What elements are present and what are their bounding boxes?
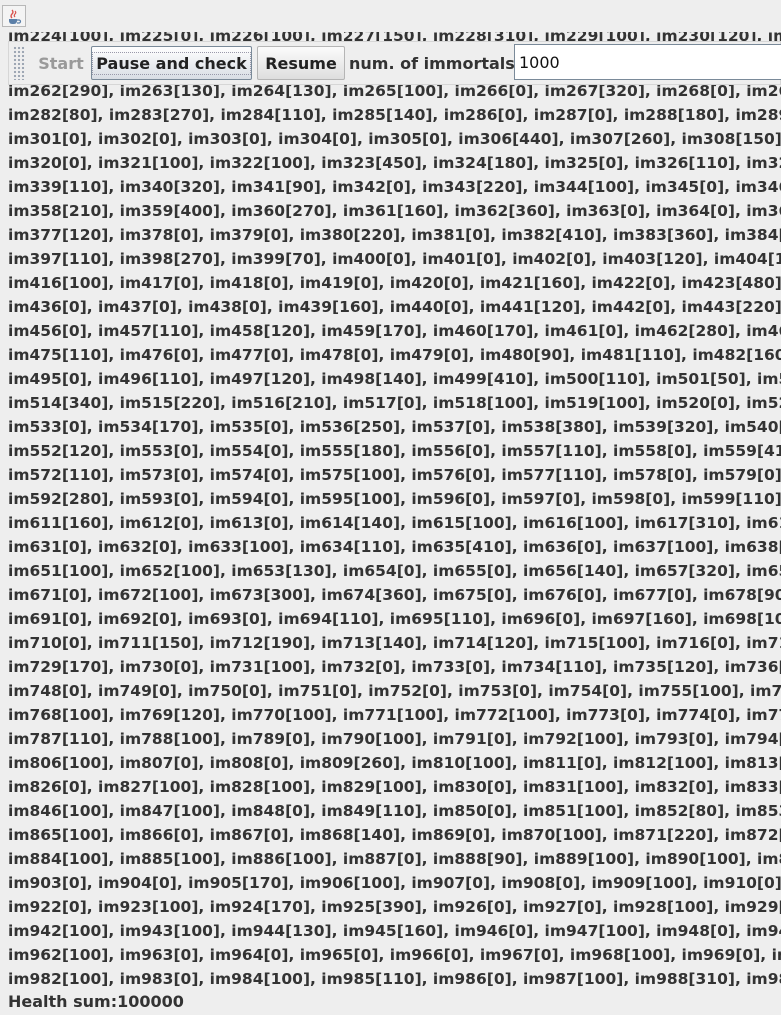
output-line: im552[120], im553[0], im554[0], im555[18… [8,442,781,460]
pause-and-check-label: Pause and check [92,51,251,75]
output-text-area[interactable]: im224[100], im225[0], im226[100], im227[… [0,32,781,990]
output-line: im358[210], im359[400], im360[270], im36… [8,202,781,220]
output-line: im651[100], im652[100], im653[130], im65… [8,562,781,580]
output-line: im806[100], im807[0], im808[0], im809[26… [8,754,781,772]
output-line: im533[0], im534[170], im535[0], im536[25… [8,418,781,436]
immortals-count-input[interactable] [514,44,781,80]
toolbar: Start Pause and check Resume num. of imm… [8,41,781,85]
output-line: im592[280], im593[0], im594[0], im595[10… [8,490,781,508]
output-line: im377[120], im378[0], im379[0], im380[22… [8,226,781,244]
output-line: im729[170], im730[0], im731[100], im732[… [8,658,781,676]
output-line: im475[110], im476[0], im477[0], im478[0]… [8,346,781,364]
output-line: im903[0], im904[0], im905[170], im906[10… [8,874,781,892]
output-line: im942[100], im943[100], im944[130], im94… [8,922,781,940]
output-line: im572[110], im573[0], im574[0], im575[10… [8,466,781,484]
output-line: im982[100], im983[0], im984[100], im985[… [8,970,781,988]
output-line: im320[0], im321[100], im322[100], im323[… [8,154,781,172]
output-line: im710[0], im711[150], im712[190], im713[… [8,634,781,652]
toolbar-grip-handle[interactable] [13,46,25,80]
output-line: im846[100], im847[100], im848[0], im849[… [8,802,781,820]
output-line: im397[110], im398[270], im399[70], im400… [8,250,781,268]
main-content: im224[100], im225[0], im226[100], im227[… [0,32,781,1015]
window-titlebar [0,0,781,32]
output-line: im611[160], im612[0], im613[0], im614[14… [8,514,781,532]
output-line: im922[0], im923[100], im924[170], im925[… [8,898,781,916]
output-line: im691[0], im692[0], im693[0], im694[110]… [8,610,781,628]
output-line: im416[100], im417[0], im418[0], im419[0]… [8,274,781,292]
resume-button[interactable]: Resume [257,46,345,80]
health-sum-label: Health sum:100000 [8,992,184,1011]
output-line: im884[100], im885[100], im886[100], im88… [8,850,781,868]
output-line: im436[0], im437[0], im438[0], im439[160]… [8,298,781,316]
output-line: im456[0], im457[110], im458[120], im459[… [8,322,781,340]
output-line: im671[0], im672[100], im673[300], im674[… [8,586,781,604]
immortals-count-label: num. of immortals: [349,53,522,73]
output-line: im301[0], im302[0], im303[0], im304[0], … [8,130,781,148]
java-cup-icon[interactable] [2,5,26,27]
output-line: im768[100], im769[120], im770[100], im77… [8,706,781,724]
output-line: im962[100], im963[0], im964[0], im965[0]… [8,946,781,964]
output-line: im339[110], im340[320], im341[90], im342… [8,178,781,196]
output-line: im748[0], im749[0], im750[0], im751[0], … [8,682,781,700]
output-line: im495[0], im496[110], im497[120], im498[… [8,370,781,388]
output-line: im826[0], im827[100], im828[100], im829[… [8,778,781,796]
output-line: im282[80], im283[270], im284[110], im285… [8,106,781,124]
output-line: im787[110], im788[100], im789[0], im790[… [8,730,781,748]
output-line: im631[0], im632[0], im633[100], im634[11… [8,538,781,556]
start-button[interactable]: Start [33,46,89,80]
pause-and-check-button[interactable]: Pause and check [91,46,252,80]
output-line: im865[100], im866[0], im867[0], im868[14… [8,826,781,844]
output-line: im514[340], im515[220], im516[210], im51… [8,394,781,412]
